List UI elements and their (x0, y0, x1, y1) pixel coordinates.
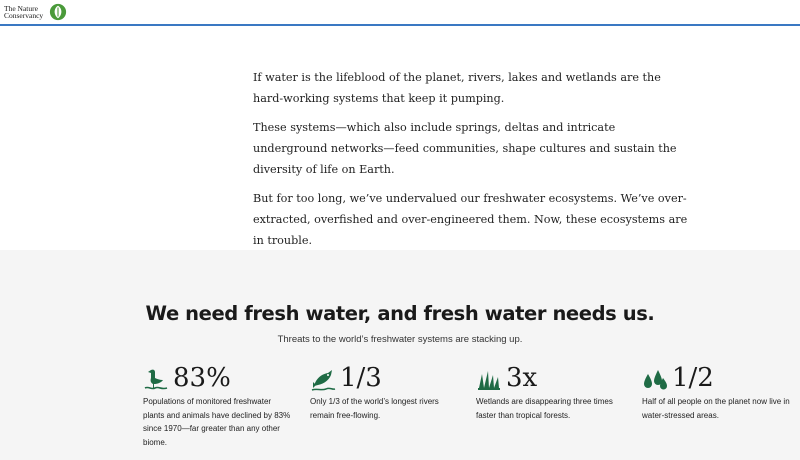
water-drops-icon (644, 370, 667, 390)
fish-jumping-icon (311, 370, 336, 391)
intro-paragraph-2: These systems—which also include springs… (253, 121, 677, 176)
logo-line-2: Conservancy (4, 11, 44, 20)
nature-conservancy-logo[interactable]: The Nature Conservancy (4, 2, 67, 22)
stat-value: 1/2 (672, 363, 714, 393)
logo-text: The Nature Conservancy (4, 5, 48, 20)
section-heading: We need fresh water, and fresh water nee… (145, 302, 655, 325)
intro-text: If water is the lifeblood of the planet,… (253, 67, 693, 259)
stat-item: 1/3 Only 1/3 of the world’s longest rive… (310, 362, 460, 422)
top-bar: The Nature Conservancy (0, 0, 800, 26)
stat-item: 1/2 Half of all people on the planet now… (642, 362, 792, 422)
grass-icon (478, 371, 500, 390)
stat-item: 83% Populations of monitored freshwater … (143, 362, 293, 449)
stat-value: 83% (173, 363, 231, 393)
stat-value: 1/3 (340, 363, 382, 393)
stat-description: Only 1/3 of the world’s longest rivers r… (310, 397, 439, 420)
stats-section: We need fresh water, and fresh water nee… (0, 250, 800, 460)
stat-value: 3x (506, 363, 538, 393)
leaf-globe-icon (49, 3, 67, 21)
intro-paragraph-1: If water is the lifeblood of the planet,… (253, 71, 661, 105)
intro-paragraph-3: But for too long, we’ve undervalued our … (253, 192, 688, 247)
stat-description: Half of all people on the planet now liv… (642, 397, 790, 420)
heron-icon (144, 369, 168, 390)
stat-description: Wetlands are disappearing three times fa… (476, 397, 613, 420)
section-subheading: Threats to the world’s freshwater system… (277, 334, 523, 345)
stat-description: Populations of monitored freshwater plan… (143, 397, 291, 447)
stat-item: 3x Wetlands are disappearing three times… (476, 362, 626, 422)
